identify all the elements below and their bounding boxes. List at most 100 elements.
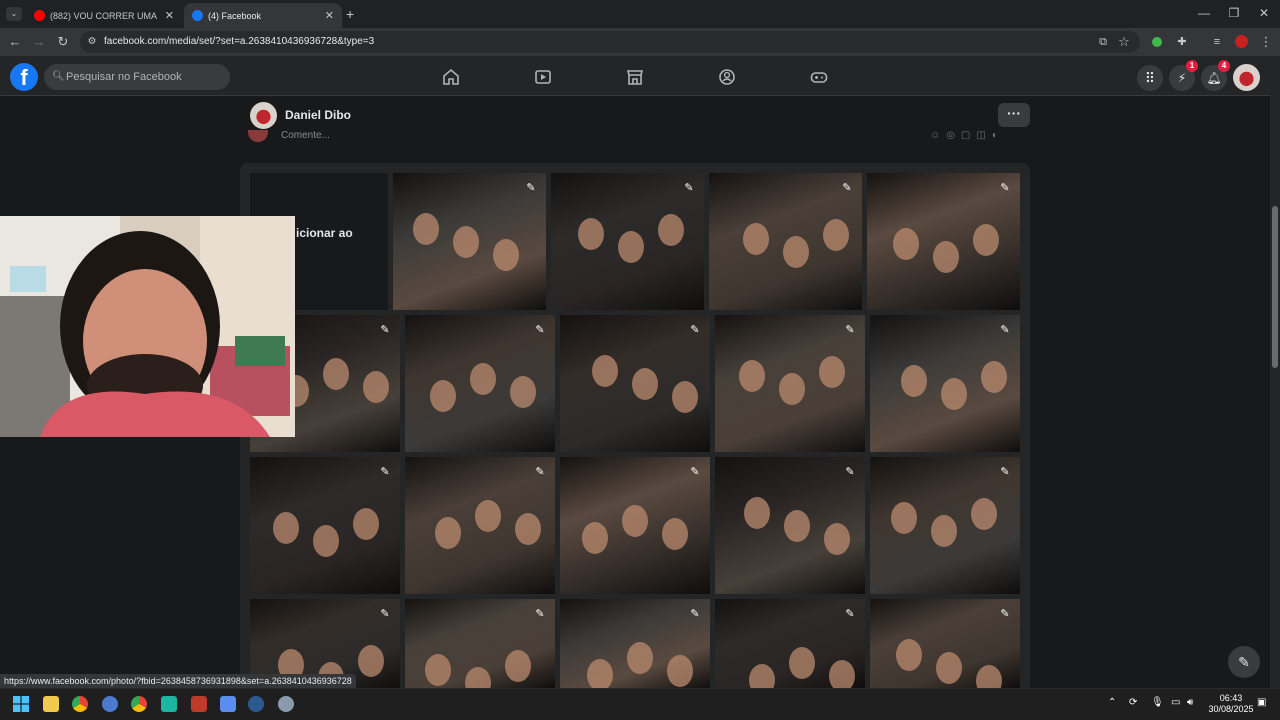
- site-info-icon[interactable]: ⚙: [84, 34, 100, 50]
- edit-pencil-icon[interactable]: ✎: [688, 607, 702, 621]
- edit-pencil-icon[interactable]: ✎: [998, 323, 1012, 337]
- tab-youtube[interactable]: (882) VOU CORRER UMA MARA ✕: [26, 3, 182, 28]
- file-explorer-icon[interactable]: [43, 696, 59, 712]
- photo-face: [933, 241, 959, 273]
- home-icon[interactable]: [442, 68, 460, 86]
- extensions-puzzle-icon[interactable]: ✚: [1174, 34, 1190, 50]
- photo-face: [783, 236, 809, 268]
- album-photo[interactable]: ✎: [405, 599, 555, 688]
- steam-icon[interactable]: [248, 696, 264, 712]
- close-icon[interactable]: ✕: [325, 9, 334, 22]
- sync-icon[interactable]: ⟳: [1129, 697, 1137, 708]
- extension-icon[interactable]: [1152, 37, 1162, 47]
- album-photo[interactable]: ✎: [870, 315, 1020, 452]
- menu-grid-icon[interactable]: ⠿: [1137, 65, 1163, 91]
- photos-app-icon[interactable]: [220, 696, 236, 712]
- album-photo[interactable]: ✎: [560, 457, 710, 594]
- photo-face: [627, 642, 653, 674]
- album-photo[interactable]: ✎: [250, 457, 400, 594]
- back-icon[interactable]: ←: [7, 34, 23, 50]
- photo-face: [582, 522, 608, 554]
- video-icon[interactable]: [534, 68, 552, 86]
- volume-icon[interactable]: 🔊︎: [1187, 697, 1193, 708]
- taskbar-clock[interactable]: 06:43 30/08/2025: [1205, 693, 1257, 715]
- app-icon[interactable]: [161, 696, 177, 712]
- album-photo[interactable]: ✎: [715, 315, 865, 452]
- reload-icon[interactable]: ↻: [55, 34, 71, 50]
- author-name[interactable]: Daniel Dibo: [285, 108, 351, 122]
- comment-input[interactable]: Comente...: [281, 130, 330, 141]
- account-avatar[interactable]: [1233, 64, 1260, 91]
- album-photo[interactable]: ✎: [870, 599, 1020, 688]
- album-photo[interactable]: ✎: [867, 173, 1020, 310]
- edit-pencil-icon[interactable]: ✎: [688, 323, 702, 337]
- album-photo[interactable]: ✎: [560, 315, 710, 452]
- album-photo[interactable]: ✎: [405, 457, 555, 594]
- edit-pencil-icon[interactable]: ✎: [533, 323, 547, 337]
- photo-face: [515, 513, 541, 545]
- edit-pencil-icon[interactable]: ✎: [998, 181, 1012, 195]
- page-scrollbar[interactable]: [1270, 56, 1280, 688]
- tab-search-button[interactable]: ⌄: [6, 7, 22, 21]
- comment-tools-icons[interactable]: ☺◎▢◫◐: [930, 130, 1004, 141]
- edit-pencil-icon[interactable]: ✎: [378, 323, 392, 337]
- album-photo[interactable]: ✎: [393, 173, 546, 310]
- chrome-profile-icon[interactable]: [131, 696, 147, 712]
- edit-pencil-icon[interactable]: ✎: [843, 607, 857, 621]
- album-photo[interactable]: ✎: [870, 457, 1020, 594]
- bookmark-star-icon[interactable]: ☆: [1116, 34, 1132, 50]
- new-message-button[interactable]: ✎: [1228, 646, 1260, 678]
- author-avatar[interactable]: [250, 102, 277, 129]
- album-photo[interactable]: ✎: [551, 173, 704, 310]
- edit-pencil-icon[interactable]: ✎: [998, 607, 1012, 621]
- settings-gear-icon[interactable]: [278, 696, 294, 712]
- edit-pencil-icon[interactable]: ✎: [688, 465, 702, 479]
- album-photo[interactable]: ✎: [560, 599, 710, 688]
- album-photo[interactable]: ✎: [715, 599, 865, 688]
- search-input[interactable]: 🔍︎ Pesquisar no Facebook: [44, 64, 230, 90]
- album-photo[interactable]: ✎: [405, 315, 555, 452]
- album-photo[interactable]: ✎: [709, 173, 862, 310]
- scrollbar-thumb[interactable]: [1272, 206, 1278, 368]
- edit-pencil-icon[interactable]: ✎: [533, 607, 547, 621]
- photo-face: [363, 371, 389, 403]
- browser-app-icon[interactable]: [102, 696, 118, 712]
- photo-face: [901, 365, 927, 397]
- tab-facebook[interactable]: (4) Facebook ✕: [184, 3, 342, 28]
- app-x-icon[interactable]: [191, 696, 207, 712]
- marketplace-icon[interactable]: [626, 68, 644, 86]
- groups-icon[interactable]: [718, 68, 736, 86]
- network-icon[interactable]: ▭: [1171, 697, 1180, 708]
- restore-icon[interactable]: ❐: [1224, 6, 1244, 20]
- notification-center-icon[interactable]: ▣: [1257, 697, 1266, 708]
- edit-pencil-icon[interactable]: ✎: [998, 465, 1012, 479]
- chrome-icon[interactable]: [72, 696, 88, 712]
- edit-pencil-icon[interactable]: ✎: [682, 181, 696, 195]
- forward-icon[interactable]: →: [31, 34, 47, 50]
- browser-menu-icon[interactable]: ⋮: [1258, 34, 1274, 50]
- edit-pencil-icon[interactable]: ✎: [843, 465, 857, 479]
- tab-title: (4) Facebook: [208, 10, 262, 21]
- edit-pencil-icon[interactable]: ✎: [378, 465, 392, 479]
- gaming-icon[interactable]: [810, 68, 828, 86]
- edit-pencil-icon[interactable]: ✎: [378, 607, 392, 621]
- edit-pencil-icon[interactable]: ✎: [524, 181, 538, 195]
- edit-pencil-icon[interactable]: ✎: [533, 465, 547, 479]
- media-control-icon[interactable]: ≡: [1209, 34, 1225, 50]
- photo-face: [941, 378, 967, 410]
- close-window-icon[interactable]: ✕: [1254, 6, 1274, 20]
- microphone-icon[interactable]: 🎙︎: [1151, 697, 1164, 708]
- install-app-icon[interactable]: ⧉: [1095, 34, 1111, 50]
- album-photo[interactable]: ✎: [715, 457, 865, 594]
- windows-start-icon[interactable]: [13, 696, 29, 712]
- photo-face: [505, 650, 531, 682]
- facebook-logo[interactable]: f: [10, 63, 38, 91]
- edit-pencil-icon[interactable]: ✎: [840, 181, 854, 195]
- tray-chevron-icon[interactable]: ⌃: [1108, 697, 1116, 708]
- profile-avatar[interactable]: [1235, 35, 1248, 48]
- edit-pencil-icon[interactable]: ✎: [843, 323, 857, 337]
- minimize-icon[interactable]: —: [1194, 6, 1214, 20]
- new-tab-button[interactable]: +: [346, 6, 354, 22]
- more-options-button[interactable]: ···: [998, 103, 1030, 127]
- close-icon[interactable]: ✕: [165, 9, 174, 22]
